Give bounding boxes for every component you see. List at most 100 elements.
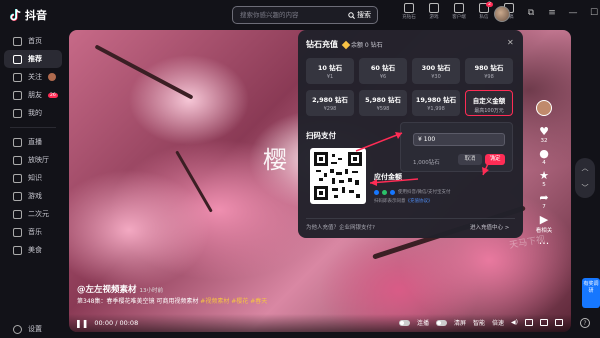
package-option[interactable]: 19,980 钻石 ¥1,998 (412, 90, 460, 116)
top-icon-game[interactable]: 游戏 (423, 3, 445, 20)
sidebar-item-friends[interactable]: 朋友 26 (0, 86, 66, 104)
custom-amount-option[interactable]: 自定义金额 最高100万元 (465, 90, 513, 116)
top-icon-label: 充钻石 (402, 15, 416, 20)
package-option[interactable]: 2,980 钻石 ¥298 (306, 90, 354, 116)
douyin-pay-icon (374, 189, 379, 195)
autoplay-toggle[interactable] (398, 319, 410, 326)
package-diamonds: 5,980 钻石 (365, 96, 401, 104)
video-author[interactable]: @左左视频素材 13小时前 (77, 283, 163, 295)
app-logo[interactable]: 抖音 (10, 7, 47, 23)
heart-icon: ♥ (539, 125, 549, 138)
hashtag[interactable]: #樱花 (231, 298, 248, 305)
package-option[interactable]: 300 钻石 ¥30 (412, 58, 460, 84)
web-fullscreen-icon[interactable] (540, 319, 548, 326)
pay-agreement: 扫码即表示同意《充值协议》 (374, 198, 433, 204)
follow-avatar (48, 73, 56, 81)
sidebar-item-music[interactable]: 音乐 (0, 223, 66, 241)
watch-related-button[interactable]: ▶ 看相关 (536, 214, 553, 235)
sidebar-divider (10, 127, 56, 128)
like-button[interactable]: ♥ 32 (539, 125, 549, 145)
help-icon[interactable]: ? (580, 318, 590, 328)
anime-icon (13, 209, 22, 219)
video-nav: ︿ ﹀ (575, 158, 595, 198)
cinema-icon (13, 155, 22, 165)
favorite-count: 5 (542, 182, 546, 188)
search-icon (348, 11, 355, 19)
survey-badge[interactable]: 有奖调研 (582, 278, 600, 308)
hashtag[interactable]: #视频素材 (200, 298, 229, 305)
fullscreen-icon[interactable] (555, 319, 563, 326)
recommend-icon (13, 54, 22, 64)
description-text: 第348集：春季樱花唯美空镜 可商用视频素材 (77, 298, 199, 305)
settings-menu-icon[interactable]: ≡ (547, 8, 557, 18)
comment-icon: ● (539, 147, 549, 160)
package-option[interactable]: 980 钻石 ¥98 (465, 58, 513, 84)
agreement-link[interactable]: 《充值协议》 (406, 199, 433, 204)
pip-icon[interactable]: ⧉ (526, 8, 536, 18)
hashtag[interactable]: #春天 (250, 298, 267, 305)
sidebar-item-live[interactable]: 直播 (0, 133, 66, 151)
more-button[interactable]: ··· (539, 238, 550, 250)
sidebar-item-label: 知识 (28, 174, 42, 182)
agreement-text: 扫码即表示同意 (374, 199, 406, 204)
pip-mode-icon[interactable] (525, 319, 533, 326)
volume-icon[interactable]: ◀) (511, 319, 518, 326)
sidebar-item-label: 放映厅 (28, 156, 49, 164)
close-icon[interactable]: ✕ (507, 38, 514, 47)
speed-button[interactable]: 倍速 (492, 318, 504, 327)
sidebar-item-follow[interactable]: 关注 (0, 68, 66, 86)
package-option[interactable]: 60 钻石 ¥6 (359, 58, 407, 84)
sidebar-item-home[interactable]: 首页 (0, 32, 66, 50)
sidebar-item-knowledge[interactable]: 知识 (0, 169, 66, 187)
package-price: ¥30 (431, 74, 441, 80)
annotation-arrows (355, 132, 492, 186)
autoplay-label: 连播 (416, 320, 429, 327)
favorite-button[interactable]: ★ 5 (539, 170, 549, 189)
pause-icon[interactable]: ❚❚ (75, 319, 88, 328)
clear-screen-toggle[interactable] (435, 319, 447, 326)
top-icon-client[interactable]: 客户端 (448, 3, 470, 20)
package-diamonds: 10 钻石 (317, 64, 343, 72)
quality-button[interactable]: 智能 (473, 318, 485, 327)
sidebar-item-anime[interactable]: 二次元 (0, 205, 66, 223)
user-avatar[interactable] (494, 6, 510, 22)
sidebar-item-settings[interactable]: 设置 (0, 320, 66, 338)
search-input[interactable] (233, 11, 348, 19)
sidebar-item-label: 我的 (28, 109, 42, 117)
diamond-icon (404, 3, 414, 13)
comment-button[interactable]: ● 4 (539, 147, 549, 167)
food-icon (13, 245, 22, 255)
creator-avatar[interactable] (536, 100, 552, 116)
balance-text: 余额 0 钻石 (351, 42, 383, 49)
app-window: 抖音 搜索 充钻石 游戏 客户端 2 (0, 0, 600, 338)
top-icon-message[interactable]: 2 私信 (473, 2, 495, 20)
package-price: ¥598 (376, 106, 390, 112)
branch-decoration (94, 44, 194, 100)
sidebar-item-label: 美食 (28, 246, 42, 254)
maximize-icon[interactable]: ☐ (589, 8, 599, 18)
sidebar-item-food[interactable]: 美食 (0, 241, 66, 259)
pay-for-other-link[interactable]: 为他人充值？企业网银支付? (306, 223, 375, 231)
top-icon-label: 客户端 (452, 15, 466, 20)
author-name[interactable]: @左左视频素材 (77, 285, 137, 295)
sidebar-item-game[interactable]: 游戏 (0, 187, 66, 205)
sidebar-item-label: 音乐 (28, 228, 42, 236)
recharge-center-link[interactable]: 进入充值中心 > (470, 223, 509, 231)
search-button[interactable]: 搜索 (348, 10, 377, 20)
minimize-icon[interactable]: — (568, 8, 578, 18)
live-icon (13, 137, 22, 147)
package-diamonds: 19,980 钻石 (415, 96, 457, 104)
sidebar-item-label: 首页 (28, 37, 42, 45)
sidebar-item-cinema[interactable]: 放映厅 (0, 151, 66, 169)
package-option[interactable]: 10 钻石 ¥1 (306, 58, 354, 84)
sidebar-item-profile[interactable]: 我的 (0, 104, 66, 122)
gear-icon (13, 324, 22, 334)
home-icon (13, 36, 22, 46)
package-price: ¥6 (379, 74, 387, 80)
share-button[interactable]: ➦ 7 (539, 192, 548, 211)
package-option[interactable]: 5,980 钻石 ¥598 (359, 90, 407, 116)
top-icon-recharge[interactable]: 充钻石 (398, 3, 420, 20)
chevron-up-icon[interactable]: ︿ (582, 163, 589, 173)
chevron-down-icon[interactable]: ﹀ (582, 183, 589, 193)
sidebar-item-recommend[interactable]: 推荐 (4, 50, 62, 68)
